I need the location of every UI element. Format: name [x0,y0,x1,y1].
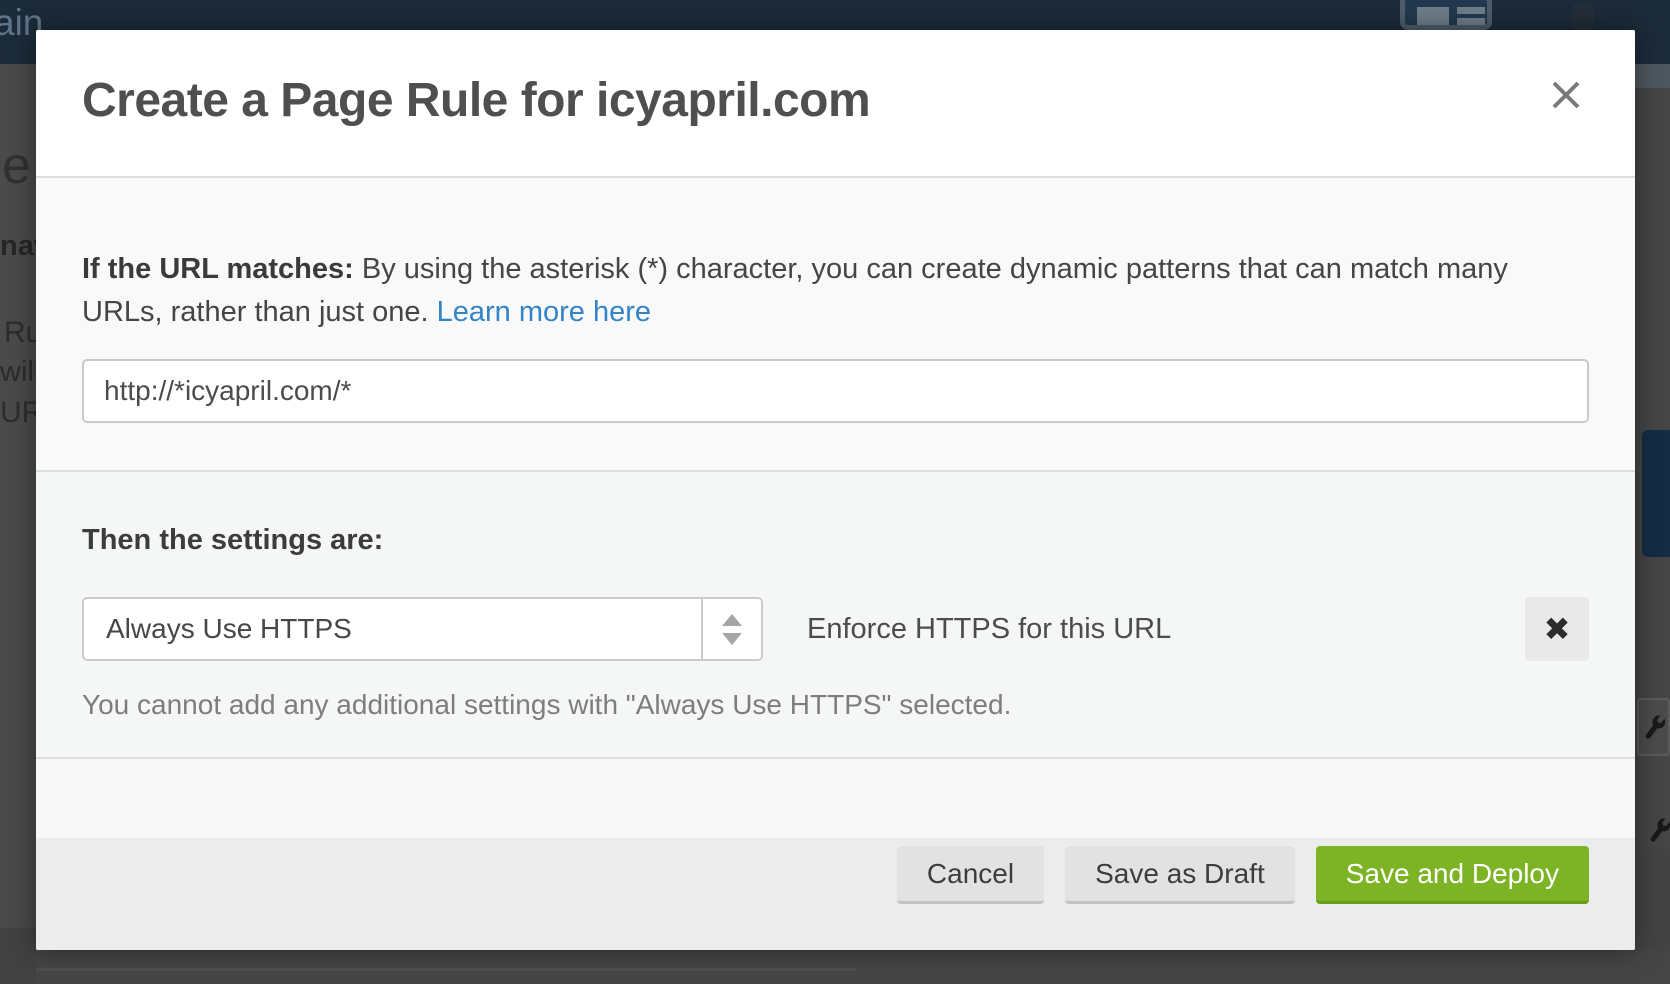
url-pattern-input[interactable] [82,359,1589,423]
wrench-button-fragment [1637,698,1670,756]
chevron-up-icon [722,614,742,626]
partial-icon [1572,4,1594,30]
grid-icon-square [1417,7,1449,25]
grid-icon-bar [1457,7,1485,14]
background-text-fragment: UR [0,396,36,430]
backdrop-seam [36,968,856,971]
footer-spacer [36,757,1635,838]
background-text-fragment: e [2,136,31,196]
settings-section: Then the settings are: Always Use HTTPS … [36,472,1635,757]
backdrop-bottom-strip [36,950,1670,984]
background-text-fragment: Ru [4,316,36,350]
url-match-label: If the URL matches: [82,253,354,285]
chevron-down-icon [722,633,742,645]
url-match-help-text: If the URL matches: By using the asteris… [82,248,1582,334]
backdrop-block [1635,64,1670,88]
background-text-fragment: nav [0,230,36,263]
select-up-down-icon [701,599,761,659]
backdrop-blue-button-fragment [1642,430,1670,557]
modal-title: Create a Page Rule for icyapril.com [82,74,870,128]
modal-header: Create a Page Rule for icyapril.com [36,30,1635,176]
setting-select-value: Always Use HTTPS [84,599,701,659]
close-icon [1549,78,1583,112]
learn-more-link[interactable]: Learn more here [437,296,651,328]
cancel-button[interactable]: Cancel [897,846,1044,904]
backdrop-right-strip [1635,64,1670,984]
setting-select[interactable]: Always Use HTTPS [82,597,763,661]
save-as-draft-button[interactable]: Save as Draft [1065,846,1295,904]
background-text-fragment: will [0,356,36,389]
save-and-deploy-button[interactable]: Save and Deploy [1316,846,1589,904]
close-button[interactable] [1544,73,1588,117]
modal-footer: Cancel Save as Draft Save and Deploy [36,838,1635,950]
settings-heading: Then the settings are: [82,524,1589,557]
url-match-section: If the URL matches: By using the asteris… [36,178,1635,470]
backdrop-seam [0,928,36,984]
grid-icon-bar [1457,18,1485,25]
remove-setting-button[interactable]: ✖ [1525,597,1589,661]
setting-row: Always Use HTTPS Enforce HTTPS for this … [82,597,1589,661]
setting-description: Enforce HTTPS for this URL [807,613,1171,646]
wrench-icon [1645,816,1670,846]
wrench-icon [1638,711,1670,743]
remove-setting-icon: ✖ [1544,610,1571,648]
screen: ain. e nav Ru will UR [0,0,1670,984]
layout-grid-icon [1400,0,1492,30]
page-rule-modal: Create a Page Rule for icyapril.com If t… [36,30,1635,950]
setting-note: You cannot add any additional settings w… [82,689,1589,721]
backdrop-left-strip: e nav Ru will UR [0,64,36,984]
